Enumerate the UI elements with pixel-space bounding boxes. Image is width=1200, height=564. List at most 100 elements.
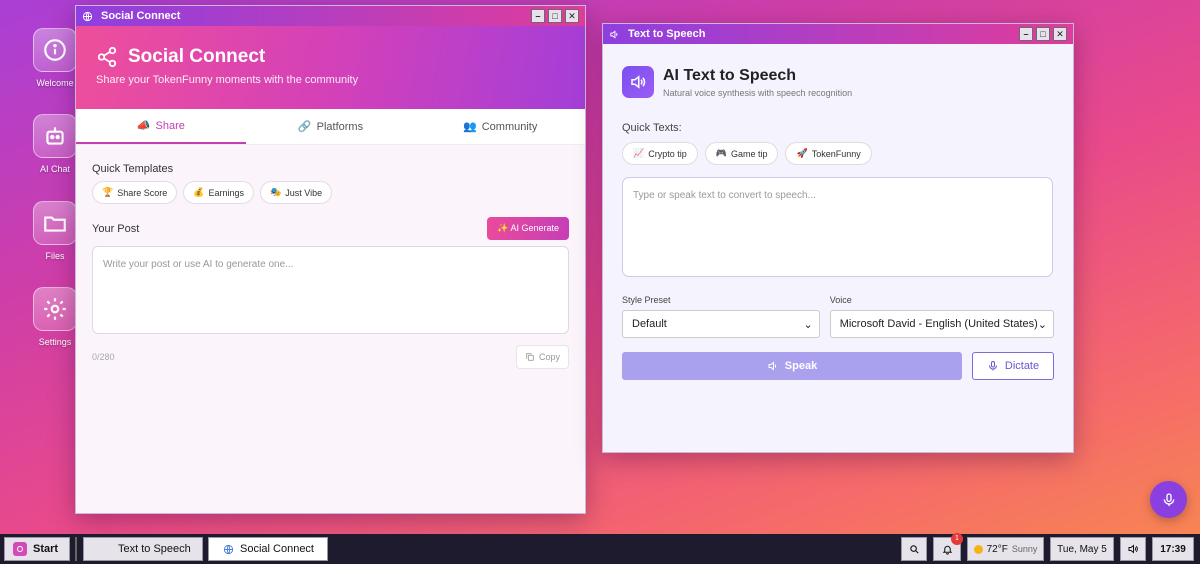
taskbar-item-text-to-speech[interactable]: Text to Speech (83, 537, 203, 561)
speaker-icon (631, 75, 646, 89)
minimize-button[interactable]: – (531, 9, 545, 23)
sun-icon (973, 544, 983, 554)
quick-text-crypto-tip[interactable]: 📈 Crypto tip (622, 142, 698, 165)
weather-desc: Sunny (1011, 544, 1038, 554)
chip-label: Crypto tip (648, 148, 687, 159)
quick-templates-label: Quick Templates (92, 163, 174, 175)
social-header: Social Connect Share your TokenFunny mom… (76, 26, 585, 109)
chip-label: Game tip (730, 148, 768, 159)
post-textarea[interactable]: Write your post or use AI to generate on… (92, 246, 569, 334)
volume-icon (1128, 544, 1138, 554)
date-text: Tue, May 5 (1057, 543, 1107, 555)
globe-icon (82, 11, 93, 22)
voice-label: Voice (829, 295, 852, 305)
chevron-down-icon: ⌄ (1037, 318, 1047, 331)
notifications-button[interactable]: 1 (933, 533, 963, 561)
tab-label: Share (155, 119, 185, 132)
weather-widget[interactable]: 72°F Sunny (967, 537, 1044, 561)
chevron-down-icon: ⌄ (803, 318, 813, 331)
time-text: 17:39 (1160, 543, 1186, 555)
taskbar-item-label: Social Connect (240, 543, 314, 555)
header-title: Social Connect (128, 46, 266, 67)
date-display[interactable]: Tue, May 5 (1050, 537, 1114, 561)
robot-icon (46, 127, 64, 145)
rocket-icon: 🚀 (796, 148, 808, 158)
maximize-button[interactable]: □ (1036, 27, 1050, 41)
your-post-label: Your Post (92, 222, 140, 235)
maximize-button[interactable]: □ (548, 9, 562, 23)
masks-icon: 🎭 (270, 187, 282, 197)
select-value: Microsoft David - English (United States… (839, 318, 1038, 330)
start-button[interactable]: Start (4, 537, 70, 561)
desktop-icon-welcome[interactable]: Welcome (33, 28, 77, 88)
tab-platforms[interactable]: 🔗 Platforms (246, 109, 416, 144)
voice-select[interactable]: Microsoft David - English (United States… (829, 310, 1054, 338)
style-preset-label: Style Preset (622, 295, 671, 305)
quick-text-game-tip[interactable]: 🎮 Game tip (704, 142, 779, 165)
select-value: Default (632, 318, 667, 330)
taskbar-item-social-connect[interactable]: Social Connect (208, 537, 328, 561)
tab-label: Community (481, 120, 538, 133)
tts-placeholder: Type or speak text to convert to speech.… (633, 190, 816, 201)
volume-button[interactable] (1120, 537, 1146, 561)
microphone-icon (1163, 492, 1174, 506)
voice-assistant-button[interactable] (1150, 481, 1187, 518)
tts-titlebar[interactable]: Text to Speech – □ ✕ (603, 24, 1073, 44)
copy-button[interactable]: Copy (515, 345, 569, 369)
desktop-icon-ai-chat[interactable]: AI Chat (33, 114, 77, 174)
ai-generate-button[interactable]: ✨ AI Generate (487, 217, 569, 240)
globe-icon (223, 544, 234, 554)
dictate-button[interactable]: Dictate (972, 352, 1054, 380)
close-button[interactable]: ✕ (1053, 27, 1067, 41)
dictate-label: Dictate (1004, 360, 1040, 372)
window-title: Text to Speech (628, 28, 706, 40)
search-button[interactable] (901, 537, 927, 561)
chip-label: TokenFunny (811, 148, 861, 159)
minimize-button[interactable]: – (1019, 27, 1033, 41)
social-titlebar[interactable]: Social Connect – □ ✕ (76, 6, 585, 26)
trophy-icon: 🏆 (102, 187, 114, 197)
tab-share[interactable]: 📣 Share (76, 109, 246, 144)
users-icon: 👥 (463, 121, 477, 133)
close-button[interactable]: ✕ (565, 9, 579, 23)
start-icon (13, 542, 27, 556)
search-icon (909, 544, 919, 554)
tts-logo (622, 66, 654, 98)
text-to-speech-window: Text to Speech – □ ✕ AI Text to Speech N… (602, 23, 1074, 453)
social-tabs: 📣 Share 🔗 Platforms 👥 Community (76, 109, 585, 145)
style-preset-select[interactable]: Default ⌄ (622, 310, 820, 338)
chip-label: Share Score (117, 187, 168, 198)
tts-subtitle: Natural voice synthesis with speech reco… (663, 87, 853, 98)
tab-community[interactable]: 👥 Community (415, 109, 585, 144)
desktop-icon-settings[interactable]: Settings (33, 287, 77, 347)
speak-button[interactable]: Speak (622, 352, 962, 380)
template-earnings[interactable]: 💰 Earnings (183, 181, 254, 204)
notification-badge: 1 (951, 533, 963, 545)
gamepad-icon: 🎮 (715, 148, 727, 158)
clock[interactable]: 17:39 (1152, 537, 1194, 561)
chip-label: Earnings (208, 187, 244, 198)
folder-icon (44, 216, 66, 232)
tts-text-input[interactable]: Type or speak text to convert to speech.… (622, 177, 1053, 277)
tab-label: Platforms (316, 120, 364, 133)
quick-text-tokenfunny[interactable]: 🚀 TokenFunny (785, 142, 872, 165)
post-placeholder: Write your post or use AI to generate on… (103, 259, 294, 270)
copy-icon (526, 353, 534, 361)
speaker-icon (609, 29, 620, 40)
share-icon (97, 46, 117, 68)
info-icon (44, 39, 66, 61)
template-just-vibe[interactable]: 🎭 Just Vibe (260, 181, 333, 204)
speaker-icon (768, 361, 776, 371)
social-connect-window: Social Connect – □ ✕ Social Connect Shar… (75, 5, 586, 514)
template-share-score[interactable]: 🏆 Share Score (92, 181, 178, 204)
taskbar-separator (75, 537, 77, 561)
chart-up-icon: 📈 (633, 148, 645, 158)
header-subtitle: Share your TokenFunny moments with the c… (96, 74, 359, 86)
char-counter: 0/280 (92, 352, 115, 362)
desktop-icon-files[interactable]: Files (33, 201, 77, 261)
link-icon: 🔗 (297, 121, 312, 133)
microphone-icon (988, 361, 997, 371)
speak-label: Speak (784, 360, 818, 372)
gear-icon (44, 298, 66, 320)
tts-title: AI Text to Speech (663, 66, 797, 84)
